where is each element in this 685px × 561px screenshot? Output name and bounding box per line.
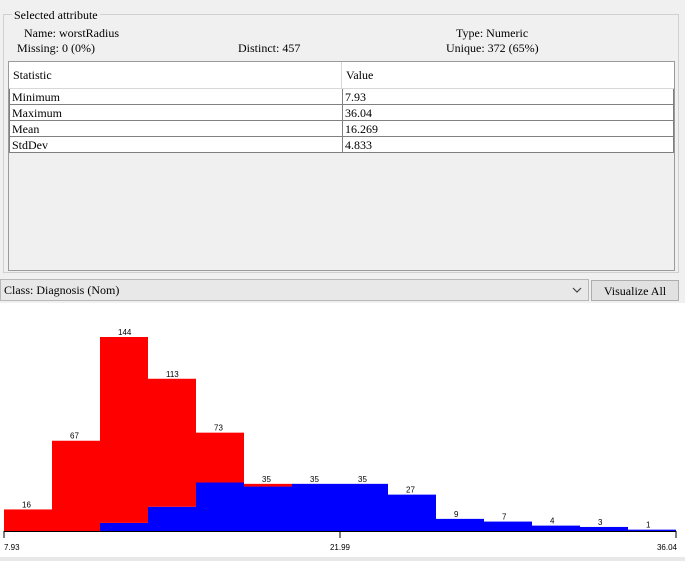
- cell-value: 7.93: [345, 90, 366, 104]
- histogram-bar-red: [52, 440, 100, 531]
- x-axis-tick-label: 7.93: [4, 543, 20, 552]
- table-row[interactable]: StdDev 4.833: [10, 137, 673, 153]
- unique-value: 372 (65%): [487, 41, 539, 55]
- status-strip: [0, 557, 685, 561]
- histogram-bar-red: [196, 432, 244, 483]
- cell-statistic: StdDev: [10, 137, 343, 152]
- attribute-type: Type: Numeric: [456, 26, 528, 41]
- missing-value: 0 (0%): [62, 41, 96, 55]
- cell-value: 4.833: [345, 138, 372, 152]
- bar-count-label: 7: [502, 513, 507, 522]
- cell-value: 16.269: [345, 122, 378, 136]
- histogram-bar-red: [4, 509, 52, 531]
- cell-statistic: Maximum: [10, 105, 343, 120]
- bar-count-label: 1: [646, 521, 651, 530]
- missing-label: Missing:: [17, 41, 60, 55]
- chevron-down-icon: [572, 287, 582, 293]
- histogram-bar-red: [148, 378, 196, 507]
- table-header: Statistic Value: [9, 62, 674, 89]
- table-row[interactable]: Minimum 7.93: [10, 89, 673, 105]
- bar-count-label: 35: [358, 475, 367, 484]
- bar-count-label: 35: [310, 475, 319, 484]
- histogram-bar-blue: [580, 526, 628, 531]
- histogram-bar-red: [244, 483, 292, 487]
- attribute-name: Name: worstRadius: [24, 26, 119, 41]
- histogram-bar-blue: [628, 529, 676, 531]
- histogram-bar-blue: [340, 483, 388, 531]
- bar-count-label: 4: [550, 517, 555, 526]
- name-label: Name:: [24, 26, 56, 40]
- attribute-missing: Missing: 0 (0%): [17, 41, 95, 56]
- bar-count-label: 16: [22, 500, 31, 509]
- header-value[interactable]: Value: [342, 62, 674, 88]
- group-title: Selected attribute: [12, 8, 100, 23]
- attribute-unique: Unique: 372 (65%): [446, 41, 539, 56]
- histogram-panel: 16 67 144 113 73 35 35 35 27 9 7 4 3 1 7.93 21.99 36.04: [0, 303, 685, 557]
- histogram-bar-blue: [532, 525, 580, 531]
- cell-statistic: Mean: [10, 121, 343, 136]
- x-axis-tick-label: 36.04: [657, 543, 678, 552]
- class-attribute-select[interactable]: Class: Diagnosis (Nom): [0, 279, 589, 301]
- histogram-bar-blue: [292, 483, 340, 531]
- histogram-bar-blue: [148, 506, 196, 531]
- cell-value: 36.04: [345, 106, 372, 120]
- class-select-value: Class: Diagnosis (Nom): [4, 283, 120, 297]
- histogram-chart: 16 67 144 113 73 35 35 35 27 9 7 4 3 1 7.93 21.99 36.04: [3, 328, 678, 552]
- visualize-all-button[interactable]: Visualize All: [591, 280, 679, 301]
- table-row[interactable]: Mean 16.269: [10, 121, 673, 137]
- histogram-bar-blue: [100, 522, 148, 531]
- histogram-bar-blue: [484, 521, 532, 531]
- header-statistic[interactable]: Statistic: [9, 62, 342, 88]
- histogram-bar-red: [100, 337, 148, 523]
- name-value: worstRadius: [59, 26, 119, 40]
- bar-count-label: 3: [598, 518, 603, 527]
- bar-count-label: 73: [214, 424, 223, 433]
- bar-count-label: 27: [406, 486, 415, 495]
- unique-label: Unique:: [446, 41, 485, 55]
- type-value: Numeric: [486, 26, 529, 40]
- histogram-bar-blue: [244, 486, 292, 531]
- cell-statistic: Minimum: [10, 89, 343, 104]
- histogram-bar-blue: [388, 494, 436, 531]
- distinct-label: Distinct:: [238, 41, 280, 55]
- distinct-value: 457: [282, 41, 301, 55]
- bar-count-label: 144: [118, 328, 132, 337]
- bar-count-label: 113: [166, 370, 179, 379]
- bar-count-label: 67: [70, 432, 79, 441]
- attribute-distinct: Distinct: 457: [238, 41, 300, 56]
- table-row[interactable]: Maximum 36.04: [10, 105, 673, 121]
- histogram-bar-blue: [436, 518, 484, 531]
- x-axis-tick-label: 21.99: [330, 543, 351, 552]
- type-label: Type:: [456, 26, 484, 40]
- bar-count-label: 9: [454, 510, 459, 519]
- bar-count-label: 35: [262, 475, 271, 484]
- statistics-table[interactable]: Statistic Value Minimum 7.93 Maximum 36.…: [8, 61, 675, 271]
- histogram-bar-blue: [196, 482, 244, 531]
